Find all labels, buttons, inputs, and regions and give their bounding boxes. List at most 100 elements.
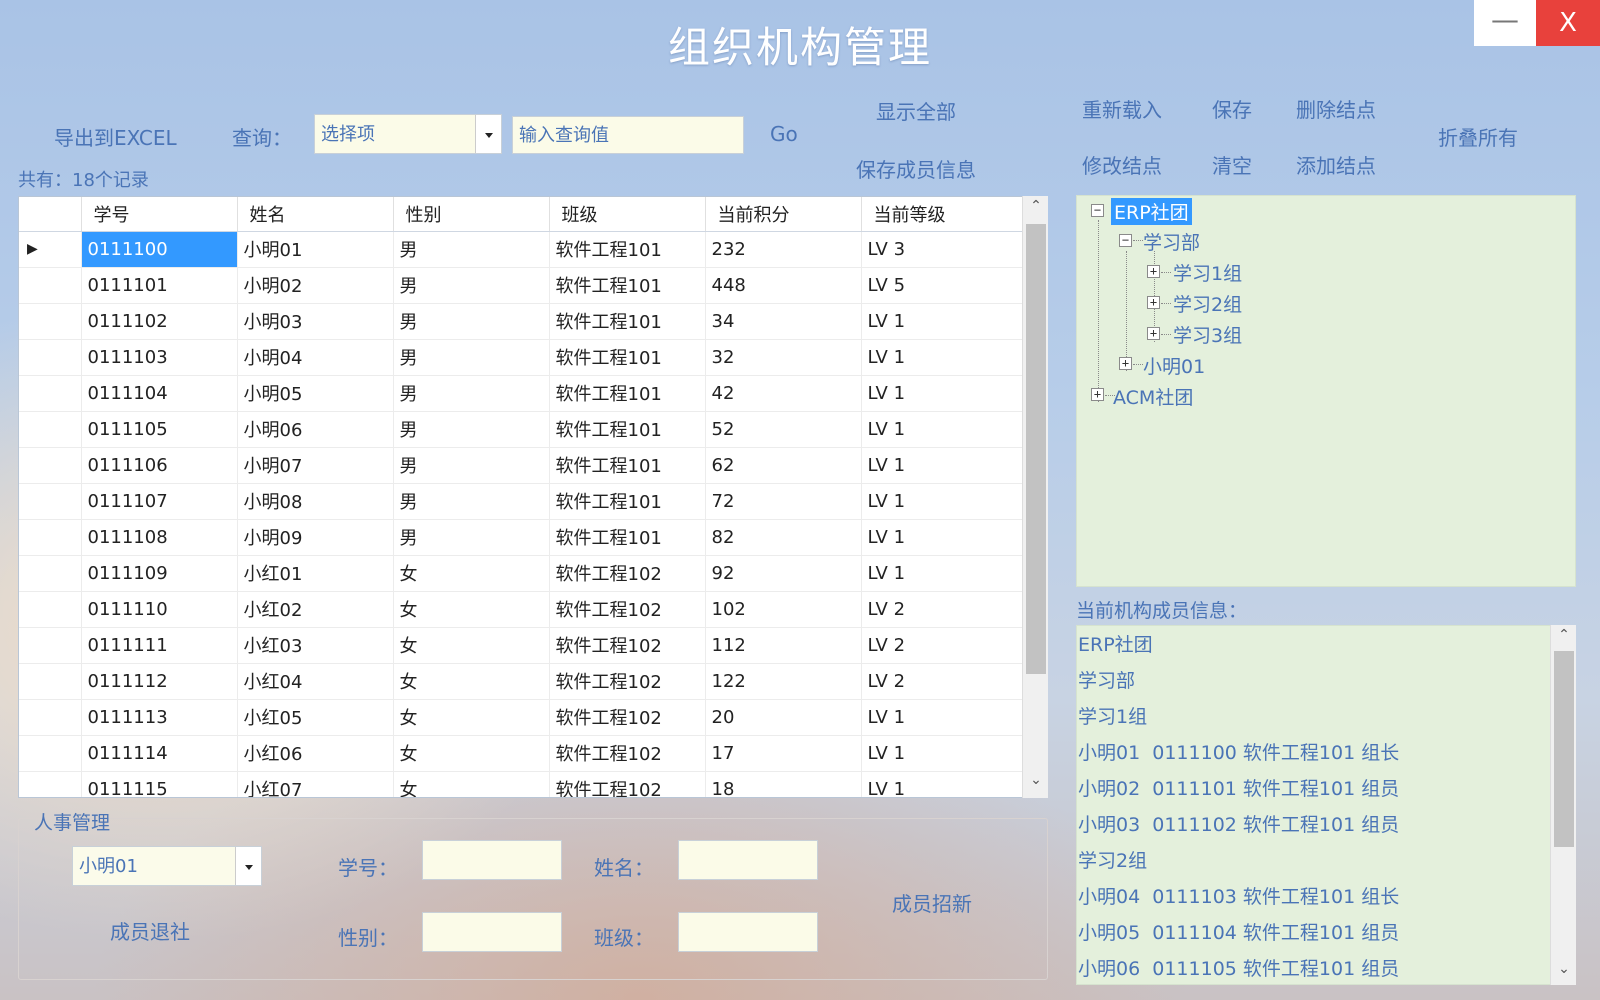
table-row[interactable]: 0111108 小明09 男软件工程101 82 LV 1 [19,519,1024,556]
dropdown-arrow-icon[interactable] [235,847,261,885]
tree-node-acm[interactable]: ACM社团 [1113,383,1193,410]
table-row[interactable]: 0111104 小明05 男软件工程101 42 LV 1 [19,375,1024,412]
table-row[interactable]: 0111114 小红06 女软件工程102 17 LV 1 [19,735,1024,772]
expand-icon[interactable]: + [1091,388,1104,401]
table-cell[interactable]: 92 [705,555,862,592]
table-cell[interactable]: 小红01 [237,555,394,592]
table-cell[interactable]: 448 [705,267,862,304]
table-cell[interactable]: 17 [705,735,862,772]
table-cell[interactable]: LV 1 [861,339,1024,376]
table-cell[interactable]: 软件工程101 [549,375,706,412]
row-header[interactable] [19,375,82,412]
row-header[interactable] [19,627,82,664]
grid-scrollbar[interactable]: ⌃ ⌄ [1022,196,1048,798]
student-id-input[interactable] [422,840,562,880]
table-cell[interactable]: 软件工程101 [549,519,706,556]
collapse-icon[interactable]: − [1119,234,1132,247]
table-cell[interactable]: 男 [393,519,550,556]
table-row[interactable]: 0111105 小明06 男软件工程101 52 LV 1 [19,411,1024,448]
table-cell[interactable]: 0111110 [81,591,238,628]
table-cell[interactable]: LV 1 [861,447,1024,484]
list-item[interactable]: 学习2组 [1078,846,1147,873]
column-header[interactable]: 性别 [393,197,550,232]
clear-button[interactable]: 清空 [1212,150,1252,179]
tree-node-group2[interactable]: 学习2组 [1173,290,1242,317]
table-row[interactable]: 0111111 小红03 女软件工程102 112 LV 2 [19,627,1024,664]
save-button[interactable]: 保存 [1212,94,1252,123]
query-field-select[interactable]: 选择项 [314,114,502,154]
table-cell[interactable]: 软件工程102 [549,771,706,797]
list-item[interactable]: 学习1组 [1078,702,1147,729]
table-cell[interactable]: 女 [393,699,550,736]
table-cell[interactable]: 112 [705,627,862,664]
table-cell[interactable]: 软件工程101 [549,339,706,376]
table-cell[interactable]: 男 [393,303,550,340]
table-cell[interactable]: 42 [705,375,862,412]
scroll-thumb[interactable] [1554,651,1574,847]
list-item[interactable]: 小明05 0111104 软件工程101 组员 [1078,918,1399,945]
table-cell[interactable]: LV 1 [861,555,1024,592]
row-header[interactable]: ▶ [19,231,82,268]
class-input[interactable] [678,912,818,952]
delete-node-button[interactable]: 删除结点 [1296,94,1376,123]
table-cell[interactable]: 34 [705,303,862,340]
table-cell[interactable]: 女 [393,735,550,772]
table-cell[interactable]: LV 1 [861,303,1024,340]
table-row[interactable]: ▶ 0111100 小明01 男软件工程101 232 LV 3 [19,231,1024,268]
table-cell[interactable]: 男 [393,267,550,304]
member-recruit-button[interactable]: 成员招新 [892,888,972,917]
table-cell[interactable]: 男 [393,483,550,520]
list-item[interactable]: 小明01 0111100 软件工程101 组长 [1078,738,1399,765]
table-cell[interactable]: 0111103 [81,339,238,376]
table-cell[interactable]: 小红02 [237,591,394,628]
table-cell[interactable]: 0111104 [81,375,238,412]
table-row[interactable]: 0111102 小明03 男软件工程101 34 LV 1 [19,303,1024,340]
table-cell[interactable]: 小红03 [237,627,394,664]
table-cell[interactable]: 122 [705,663,862,700]
table-cell[interactable]: 女 [393,663,550,700]
table-cell[interactable]: 软件工程102 [549,735,706,772]
scroll-up-icon[interactable]: ⌃ [1023,198,1049,222]
table-cell[interactable]: 女 [393,591,550,628]
table-cell[interactable]: LV 1 [861,375,1024,412]
list-item[interactable]: 小明04 0111103 软件工程101 组长 [1078,882,1399,909]
column-header[interactable]: 当前等级 [861,197,1024,232]
show-all-button[interactable]: 显示全部 [876,96,956,125]
row-header[interactable] [19,591,82,628]
table-cell[interactable]: 0111111 [81,627,238,664]
table-cell[interactable]: LV 5 [861,267,1024,304]
table-cell[interactable]: 女 [393,771,550,797]
table-row[interactable]: 0111109 小红01 女软件工程102 92 LV 1 [19,555,1024,592]
name-input[interactable] [678,840,818,880]
table-cell[interactable]: LV 1 [861,771,1024,797]
table-cell[interactable]: 女 [393,555,550,592]
table-cell[interactable]: 软件工程101 [549,447,706,484]
table-cell[interactable]: LV 2 [861,627,1024,664]
row-header[interactable] [19,411,82,448]
row-header[interactable] [19,663,82,700]
table-cell[interactable]: 小明06 [237,411,394,448]
table-cell[interactable]: 小明09 [237,519,394,556]
table-cell[interactable]: 小红07 [237,771,394,797]
close-button[interactable]: X [1536,0,1600,46]
table-cell[interactable]: 0111114 [81,735,238,772]
go-button[interactable]: Go [770,122,798,146]
member-quit-button[interactable]: 成员退社 [110,916,190,945]
tree-node-erp[interactable]: ERP社团 [1111,198,1192,225]
table-cell[interactable]: 软件工程101 [549,303,706,340]
table-cell[interactable]: 0111109 [81,555,238,592]
table-cell[interactable]: 0111100 [81,231,238,268]
table-cell[interactable]: 小明04 [237,339,394,376]
table-cell[interactable]: 小红06 [237,735,394,772]
modify-node-button[interactable]: 修改结点 [1082,150,1162,179]
row-header[interactable] [19,555,82,592]
table-cell[interactable]: LV 2 [861,663,1024,700]
table-cell[interactable]: 软件工程102 [549,663,706,700]
table-row[interactable]: 0111103 小明04 男软件工程101 32 LV 1 [19,339,1024,376]
column-header[interactable]: 学号 [81,197,238,232]
table-cell[interactable]: 小明02 [237,267,394,304]
collapse-icon[interactable]: − [1091,204,1104,217]
tree-node-member[interactable]: 小明01 [1143,352,1205,379]
table-cell[interactable]: 102 [705,591,862,628]
table-cell[interactable]: 0111106 [81,447,238,484]
